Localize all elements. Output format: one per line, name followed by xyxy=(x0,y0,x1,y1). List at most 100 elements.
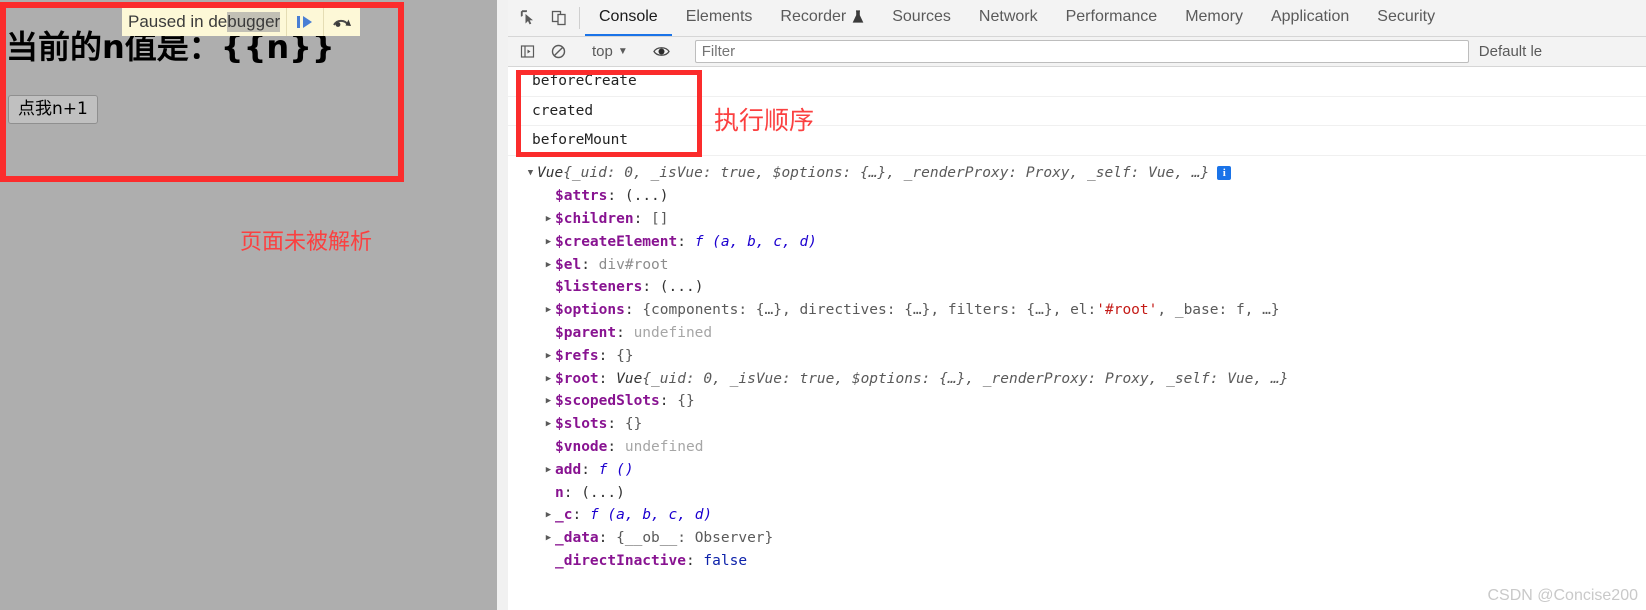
property-key: $createElement xyxy=(555,233,678,250)
expand-triangle-icon[interactable]: ▶ xyxy=(542,351,555,361)
property-value: f () xyxy=(598,461,634,478)
screenshot-root: 当前的n值是：{{n}} 点我n+1 Paused in de bugger 页… xyxy=(0,0,1646,610)
console-log-row[interactable]: beforeCreate xyxy=(508,67,1646,97)
property-value: [] xyxy=(651,210,669,227)
tab-performance[interactable]: Performance xyxy=(1052,0,1172,36)
step-over-icon[interactable] xyxy=(323,8,360,36)
property-value: {} xyxy=(616,347,634,364)
vue-object-tree: ▼ Vue {_uid: 0, _isVue: true, $options: {… xyxy=(508,162,1646,572)
increment-button[interactable]: 点我n+1 xyxy=(8,95,98,124)
tab-label: Network xyxy=(978,8,1038,25)
object-property-row[interactable]: ▶ $createElement: f (a, b, c, d) xyxy=(508,230,1646,253)
inspect-element-icon[interactable] xyxy=(512,0,543,36)
expand-triangle-icon[interactable]: ▶ xyxy=(542,510,555,520)
log-level-selector[interactable]: Default le xyxy=(1479,43,1542,60)
expand-triangle-icon[interactable]: ▶ xyxy=(542,260,555,270)
object-preview: {_uid: 0, _isVue: true, $options: {…}, _… xyxy=(563,165,1210,182)
info-badge-icon[interactable]: i xyxy=(1217,166,1232,181)
property-value: (...) xyxy=(581,484,625,501)
property-separator: : xyxy=(607,416,625,433)
property-key: n xyxy=(555,484,564,501)
expand-triangle-icon[interactable]: ▶ xyxy=(542,214,555,224)
object-property-row[interactable]: ▶ $options: {components: {…}, directives:… xyxy=(508,299,1646,322)
property-separator: : xyxy=(633,210,652,227)
chevron-down-icon: ▼ xyxy=(617,46,628,57)
tab-label: Sources xyxy=(892,8,951,25)
devtools-tabs: Console Elements Recorder Sources Network Per… xyxy=(585,0,1449,36)
tab-security[interactable]: Security xyxy=(1363,0,1449,36)
expand-triangle-icon[interactable]: ▶ xyxy=(542,305,555,315)
property-separator: : xyxy=(607,438,625,455)
tab-label: Application xyxy=(1270,8,1350,25)
property-key: $parent xyxy=(555,324,617,341)
property-value: div#root xyxy=(598,256,669,273)
expand-triangle-icon[interactable]: ▶ xyxy=(542,237,555,247)
property-separator: : xyxy=(598,530,617,547)
paused-in-debugger-overlay: Paused in de bugger xyxy=(122,8,361,36)
object-property-row[interactable]: ▶ $el: div#root xyxy=(508,253,1646,276)
property-value: {components: {…}, directives: {…}, filte… xyxy=(642,302,1097,319)
execution-order-annotation: 执行顺序 xyxy=(714,106,815,135)
property-separator: : xyxy=(659,393,678,410)
tab-elements[interactable]: Elements xyxy=(672,0,767,36)
resume-script-icon[interactable] xyxy=(286,8,323,36)
object-property-row[interactable]: $parent: undefined xyxy=(508,322,1646,345)
expand-triangle-icon[interactable]: ▶ xyxy=(542,533,555,543)
object-property-row[interactable]: ▶ $refs: {} xyxy=(508,344,1646,367)
expand-triangle-icon[interactable]: ▶ xyxy=(542,374,555,384)
property-value: false xyxy=(703,552,748,569)
console-filter-input[interactable] xyxy=(694,40,1469,63)
property-separator: : xyxy=(581,256,599,273)
tab-network[interactable]: Network xyxy=(965,0,1052,36)
tab-memory[interactable]: Memory xyxy=(1171,0,1257,36)
execution-context-selector[interactable]: top ▼ xyxy=(585,43,635,60)
expand-triangle-icon[interactable]: ▶ xyxy=(542,419,555,429)
property-key: $listeners xyxy=(555,279,643,296)
property-key: $refs xyxy=(555,347,599,364)
expand-triangle-icon[interactable]: ▼ xyxy=(524,168,537,178)
console-log-row[interactable]: created xyxy=(508,97,1646,126)
console-log-row[interactable]: beforeMount xyxy=(508,126,1646,156)
tab-recorder[interactable]: Recorder xyxy=(766,0,878,36)
property-separator: : xyxy=(572,507,590,524)
property-key: $options xyxy=(555,302,625,319)
tab-application[interactable]: Application xyxy=(1257,0,1363,36)
tab-console[interactable]: Console xyxy=(585,0,672,36)
property-key: $scopedSlots xyxy=(555,393,660,410)
expand-triangle-icon[interactable]: ▶ xyxy=(542,465,555,475)
object-property-row[interactable]: $attrs: (...) xyxy=(508,185,1646,208)
clear-console-icon[interactable] xyxy=(543,44,574,59)
console-sidebar-icon[interactable] xyxy=(512,44,543,59)
vue-object-header-row[interactable]: ▼ Vue {_uid: 0, _isVue: true, $options: {… xyxy=(508,162,1646,185)
object-property-row[interactable]: ▶ $root: Vue {_uid: 0, _isVue: true, $opt… xyxy=(508,367,1646,390)
object-property-row[interactable]: ▶ $children: [] xyxy=(508,208,1646,231)
object-property-row[interactable]: ▶ $scopedSlots: {} xyxy=(508,390,1646,413)
paused-label-selected-text: bugger xyxy=(227,12,281,32)
property-value: undefined xyxy=(633,324,713,341)
property-separator: : xyxy=(616,324,634,341)
object-property-row[interactable]: ▶ $slots: {} xyxy=(508,413,1646,436)
devtools-panel: Console Elements Recorder Sources Network Per… xyxy=(508,0,1646,610)
object-property-row[interactable]: $vnode: undefined xyxy=(508,436,1646,459)
object-class-name: Vue xyxy=(616,370,643,387)
property-value: {_uid: 0, _isVue: true, $options: {…}, _… xyxy=(642,370,1289,387)
flask-icon xyxy=(852,10,864,24)
tab-label: Elements xyxy=(685,8,753,25)
property-key: $slots xyxy=(555,416,608,433)
live-expression-eye-icon[interactable] xyxy=(646,45,677,58)
object-property-row[interactable]: ▶ _c: f (a, b, c, d) xyxy=(508,504,1646,527)
paused-in-debugger-label: Paused in de bugger xyxy=(122,8,286,36)
property-key: _directInactive xyxy=(555,552,686,569)
expand-triangle-icon[interactable]: ▶ xyxy=(542,396,555,406)
tab-sources[interactable]: Sources xyxy=(878,0,965,36)
tab-label: Memory xyxy=(1185,8,1243,25)
tab-label: Performance xyxy=(1065,8,1158,25)
object-property-row[interactable]: n: (...) xyxy=(508,481,1646,504)
device-toolbar-icon[interactable] xyxy=(543,0,574,36)
object-property-row[interactable]: $listeners: (...) xyxy=(508,276,1646,299)
object-property-row[interactable]: ▶ _data: {__ob__: Observer} xyxy=(508,527,1646,550)
console-log-list: beforeCreate created beforeMount xyxy=(508,67,1646,156)
object-property-row[interactable]: ▶ add: f () xyxy=(508,458,1646,481)
property-separator: : xyxy=(685,552,704,569)
object-property-row[interactable]: _directInactive: false xyxy=(508,550,1646,573)
